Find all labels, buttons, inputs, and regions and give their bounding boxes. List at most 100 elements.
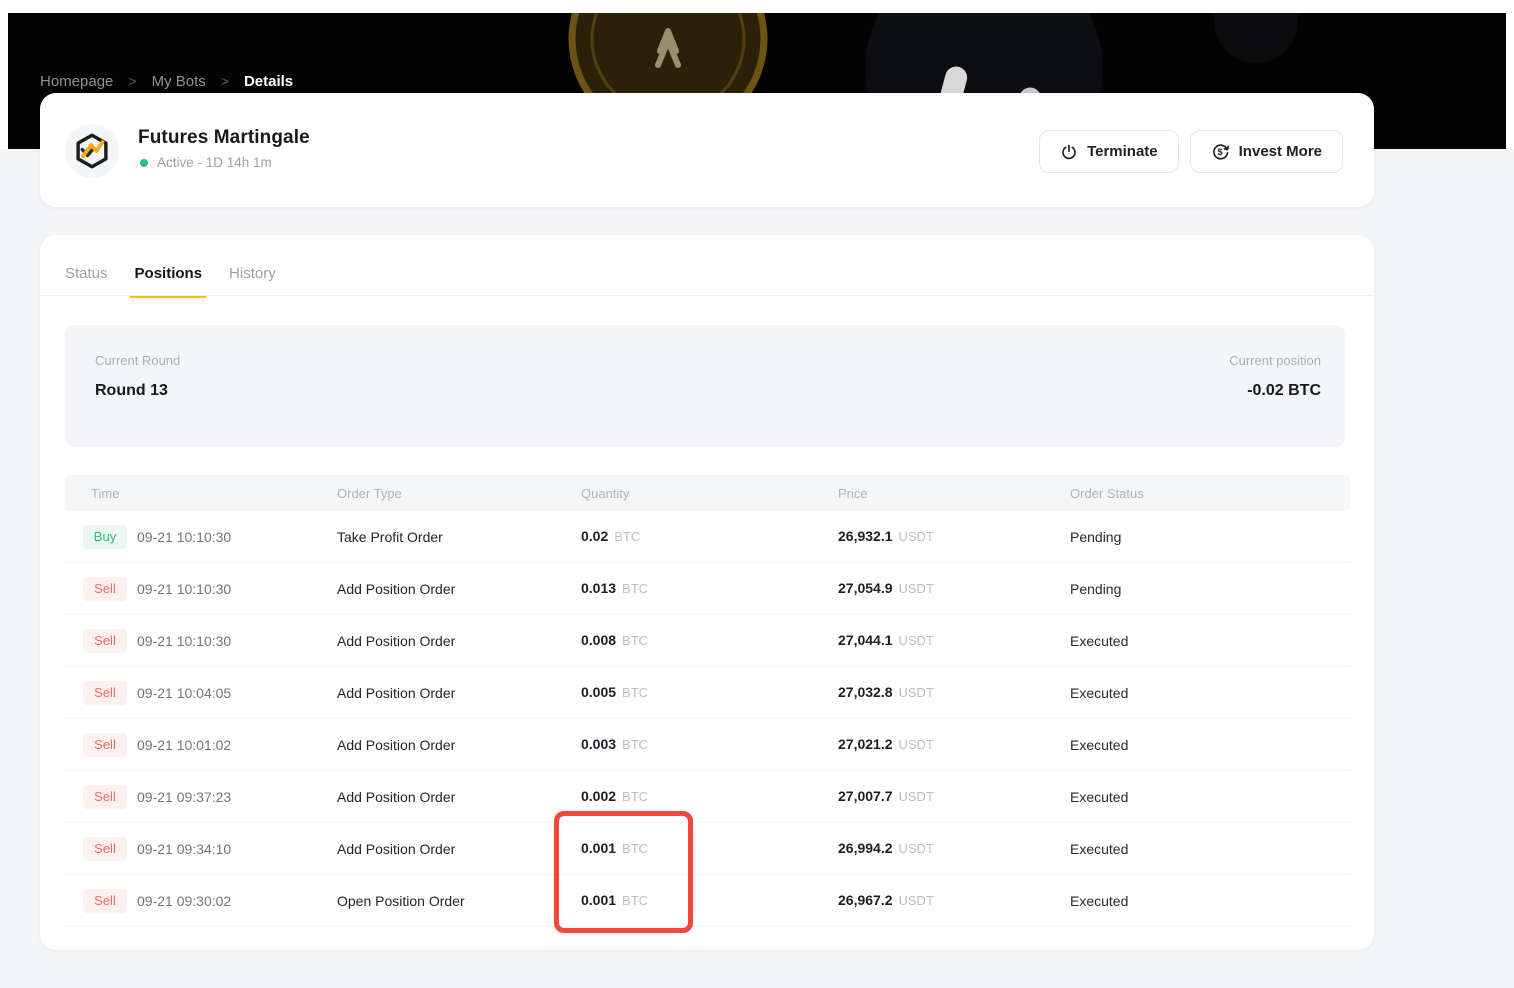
table-row: Sell 09-21 10:04:05 Add Position Order 0… [65,667,1350,719]
order-status: Executed [1070,840,1129,857]
quantity-unit: BTC [622,580,649,596]
order-status: Executed [1070,892,1129,909]
price-value: 27,007.7 [838,787,893,804]
order-type: Open Position Order [337,892,465,909]
price-value: 27,032.8 [838,683,893,700]
bot-avatar [65,124,119,178]
breadcrumb-separator-icon: > [220,73,229,89]
order-time: 09-21 09:37:23 [137,788,232,805]
side-badge: Sell [83,836,127,861]
side-badge: Sell [83,680,127,705]
power-icon [1062,144,1076,159]
quantity-unit: BTC [614,528,641,544]
order-price: 27,007.7 USDT [838,788,1070,806]
column-header-quantity: Quantity [581,485,630,501]
price-unit: USDT [898,892,934,908]
price-unit: USDT [898,840,934,856]
order-price: 27,054.9 USDT [838,580,1070,598]
svg-text:$: $ [1217,147,1222,157]
current-position-value: -0.02 BTC [1247,382,1321,399]
quantity-value: 0.001 [581,891,617,908]
price-unit: USDT [898,528,934,544]
bot-detail-card: Status Positions History Current Round R… [40,235,1374,950]
martingale-hexagon-icon [76,133,108,169]
order-status: Executed [1070,632,1129,649]
order-time: 09-21 10:10:30 [137,580,232,597]
quantity-value: 0.001 [581,839,617,856]
column-header-order-type: Order Type [337,485,402,501]
quantity-unit: BTC [622,788,649,804]
tabs-divider [40,295,1374,296]
side-badge: Sell [83,784,127,809]
order-time: 09-21 10:10:30 [137,632,232,649]
invest-dollar-icon: $ [1212,144,1229,160]
breadcrumb-details: Details [243,72,294,90]
order-status: Executed [1070,684,1129,701]
breadcrumb-my-bots[interactable]: My Bots [152,73,206,90]
order-quantity: 0.001 BTC [581,892,838,910]
order-quantity: 0.001 BTC [581,840,838,858]
active-status-dot-icon [140,158,148,167]
order-time: 09-21 09:30:02 [137,892,232,909]
order-quantity: 0.005 BTC [581,684,838,702]
terminate-button-label: Terminate [1087,143,1158,160]
price-unit: USDT [898,788,934,804]
order-quantity: 0.002 BTC [581,788,838,806]
bot-status-text: Active - 1D 14h 1m [157,155,272,170]
current-round-value: Round 13 [95,382,168,399]
bot-status: Active - 1D 14h 1m [140,155,272,170]
order-type: Add Position Order [337,840,456,857]
column-header-price: Price [838,485,868,501]
column-header-time: Time [91,485,120,501]
current-round-panel: Current Round Round 13 Current position … [65,325,1345,447]
order-quantity: 0.013 BTC [581,580,838,598]
order-status: Executed [1070,736,1129,753]
table-row: Sell 09-21 09:34:10 Add Position Order 0… [65,823,1350,875]
table-header-row: Time Order Type Quantity Price Order Sta… [65,475,1350,511]
price-value: 27,044.1 [838,631,893,648]
bot-title: Futures Martingale [138,127,310,148]
orders-table: Time Order Type Quantity Price Order Sta… [65,475,1350,927]
quantity-unit: BTC [622,736,649,752]
order-price: 26,994.2 USDT [838,840,1070,858]
table-row: Sell 09-21 10:10:30 Add Position Order 0… [65,615,1350,667]
breadcrumb-separator-icon: > [128,73,137,89]
order-quantity: 0.003 BTC [581,736,838,754]
quantity-value: 0.003 [581,735,617,752]
column-header-order-status: Order Status [1070,485,1144,501]
tab-status-label: Status [65,265,108,282]
terminate-button[interactable]: Terminate [1039,130,1179,173]
order-type: Take Profit Order [337,528,443,545]
tab-positions-label: Positions [134,265,203,282]
table-row: Buy 09-21 10:10:30 Take Profit Order 0.0… [65,511,1350,563]
quantity-value: 0.008 [581,631,617,648]
side-badge: Sell [83,576,127,601]
quantity-value: 0.013 [581,579,617,596]
table-row: Sell 09-21 09:37:23 Add Position Order 0… [65,771,1350,823]
bot-header-card: Futures Martingale Active - 1D 14h 1m Te… [40,93,1374,207]
tab-history-label: History [229,265,276,282]
order-type: Add Position Order [337,736,456,753]
order-price: 26,967.2 USDT [838,892,1070,910]
price-value: 26,994.2 [838,839,893,856]
order-status: Pending [1070,580,1122,597]
table-row: Sell 09-21 10:10:30 Add Position Order 0… [65,563,1350,615]
current-position-label: Current position [1229,353,1321,368]
order-status: Executed [1070,788,1129,805]
breadcrumb-homepage[interactable]: Homepage [40,73,113,90]
quantity-unit: BTC [622,840,649,856]
price-value: 26,967.2 [838,891,893,908]
order-time: 09-21 10:10:30 [137,528,232,545]
order-time: 09-21 09:34:10 [137,840,232,857]
header-actions: Terminate $ Invest More [1039,130,1343,173]
order-type: Add Position Order [337,684,456,701]
price-value: 27,021.2 [838,735,893,752]
price-unit: USDT [898,684,934,700]
quantity-unit: BTC [622,632,649,648]
quantity-value: 0.005 [581,683,617,700]
price-value: 27,054.9 [838,579,893,596]
invest-more-button[interactable]: $ Invest More [1189,130,1343,173]
order-quantity: 0.008 BTC [581,632,838,650]
side-badge: Sell [83,628,127,653]
order-price: 27,021.2 USDT [838,736,1070,754]
